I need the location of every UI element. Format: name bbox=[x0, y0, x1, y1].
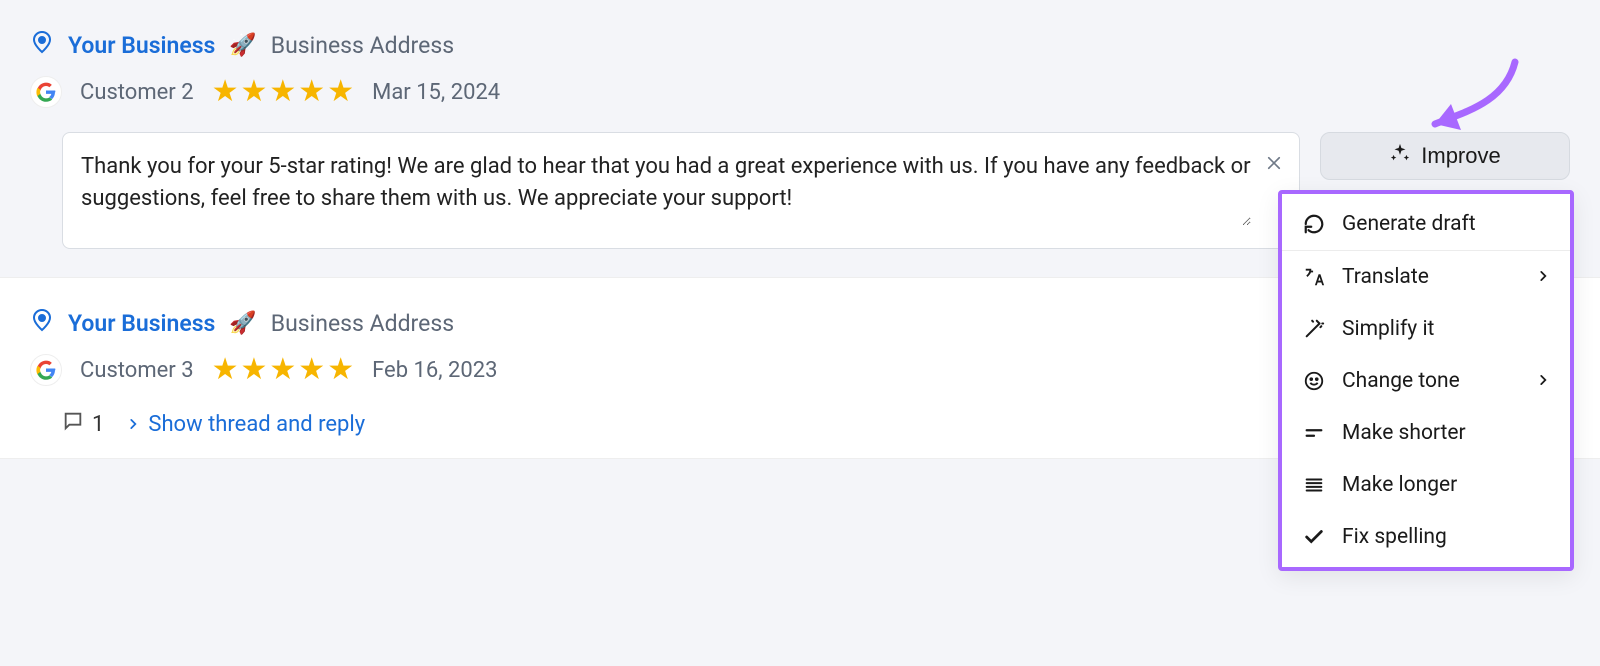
menu-make-longer[interactable]: Make longer bbox=[1282, 459, 1570, 511]
business-row: Your Business 🚀 Business Address bbox=[30, 30, 1570, 60]
customer-name: Customer 2 bbox=[80, 80, 194, 105]
menu-make-shorter[interactable]: Make shorter bbox=[1282, 407, 1570, 459]
menu-label: Make longer bbox=[1342, 473, 1457, 497]
star-icon: ★ bbox=[269, 77, 296, 107]
star-icon: ★ bbox=[327, 355, 354, 385]
star-icon: ★ bbox=[298, 77, 325, 107]
show-thread-label: Show thread and reply bbox=[148, 412, 365, 437]
rating-stars: ★ ★ ★ ★ ★ bbox=[212, 355, 355, 385]
menu-label: Change tone bbox=[1342, 369, 1460, 393]
comment-icon bbox=[62, 410, 84, 438]
sparkle-icon bbox=[1389, 142, 1411, 170]
menu-fix-spelling[interactable]: Fix spelling bbox=[1282, 511, 1570, 563]
google-icon bbox=[30, 76, 62, 108]
location-pin-icon bbox=[30, 308, 54, 338]
chevron-right-icon bbox=[1536, 369, 1550, 393]
chevron-right-icon bbox=[126, 412, 140, 437]
smile-icon bbox=[1302, 370, 1326, 392]
menu-label: Make shorter bbox=[1342, 421, 1466, 445]
short-lines-icon bbox=[1302, 422, 1326, 444]
menu-label: Simplify it bbox=[1342, 317, 1434, 341]
menu-label: Translate bbox=[1342, 265, 1429, 289]
improve-menu: Generate draft Translate Simplify it bbox=[1278, 190, 1574, 571]
review-date: Feb 16, 2023 bbox=[372, 358, 497, 383]
thread-count: 1 bbox=[62, 410, 104, 438]
thread-count-value: 1 bbox=[92, 412, 104, 437]
clear-reply-icon[interactable] bbox=[1265, 153, 1283, 178]
menu-simplify[interactable]: Simplify it bbox=[1282, 303, 1570, 355]
location-pin-icon bbox=[30, 30, 54, 60]
reply-textarea-wrapper bbox=[62, 132, 1300, 249]
star-icon: ★ bbox=[240, 77, 267, 107]
customer-name: Customer 3 bbox=[80, 358, 194, 383]
rating-stars: ★ ★ ★ ★ ★ bbox=[212, 77, 355, 107]
menu-translate[interactable]: Translate bbox=[1282, 251, 1570, 303]
translate-icon bbox=[1302, 266, 1326, 288]
improve-button[interactable]: Improve bbox=[1320, 132, 1570, 180]
rocket-icon: 🚀 bbox=[229, 311, 256, 336]
menu-change-tone[interactable]: Change tone bbox=[1282, 355, 1570, 407]
reply-textarea[interactable] bbox=[81, 151, 1251, 226]
menu-label: Fix spelling bbox=[1342, 525, 1447, 549]
improve-button-label: Improve bbox=[1421, 143, 1500, 169]
star-icon: ★ bbox=[327, 77, 354, 107]
star-icon: ★ bbox=[240, 355, 267, 385]
rocket-icon: 🚀 bbox=[229, 33, 256, 58]
refresh-icon bbox=[1302, 213, 1326, 235]
menu-label: Generate draft bbox=[1342, 212, 1476, 236]
google-icon bbox=[30, 354, 62, 386]
star-icon: ★ bbox=[298, 355, 325, 385]
customer-row: Customer 2 ★ ★ ★ ★ ★ Mar 15, 2024 bbox=[30, 76, 1570, 108]
review-date: Mar 15, 2024 bbox=[372, 80, 500, 105]
star-icon: ★ bbox=[269, 355, 296, 385]
show-thread-link[interactable]: Show thread and reply bbox=[126, 412, 365, 437]
business-address: Business Address bbox=[271, 32, 454, 59]
wand-icon bbox=[1302, 318, 1326, 340]
star-icon: ★ bbox=[212, 77, 239, 107]
business-address: Business Address bbox=[271, 310, 454, 337]
business-name[interactable]: Your Business bbox=[68, 310, 215, 337]
long-lines-icon bbox=[1302, 474, 1326, 496]
chevron-right-icon bbox=[1536, 265, 1550, 289]
review-card: Your Business 🚀 Business Address Custome… bbox=[0, 0, 1600, 269]
menu-generate-draft[interactable]: Generate draft bbox=[1282, 198, 1570, 251]
improve-wrapper: Improve Generate draft bbox=[1320, 132, 1570, 180]
star-icon: ★ bbox=[212, 355, 239, 385]
business-name[interactable]: Your Business bbox=[68, 32, 215, 59]
reply-row: Improve Generate draft bbox=[30, 132, 1570, 249]
check-icon bbox=[1302, 526, 1326, 548]
